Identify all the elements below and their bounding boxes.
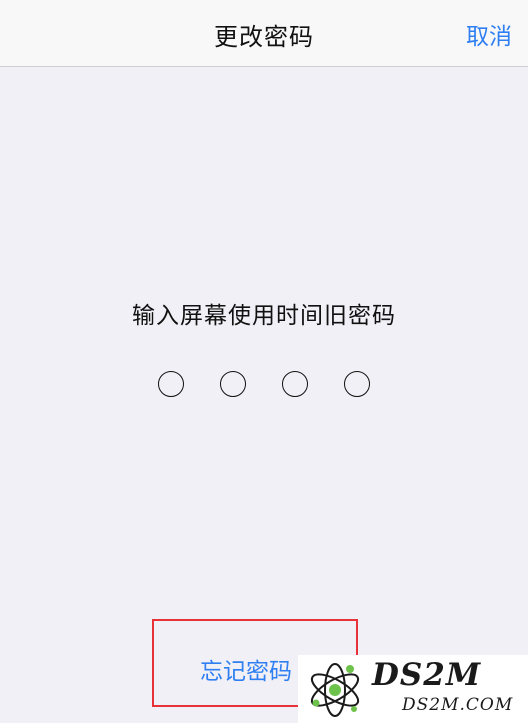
passcode-prompt: 输入屏幕使用时间旧密码 — [132, 303, 396, 329]
passcode-dot-2 — [220, 371, 246, 397]
passcode-dot-4 — [344, 371, 370, 397]
atom-logo-icon — [310, 663, 360, 717]
watermark-site: DS2M.COM — [402, 695, 514, 715]
cancel-button[interactable]: 取消 — [466, 17, 512, 51]
watermark-brand: DS2M — [372, 657, 482, 693]
navigation-bar: 更改密码 取消 — [0, 0, 528, 67]
watermark: DS2M DS2M.COM — [298, 655, 528, 723]
passcode-dot-1 — [158, 371, 184, 397]
passcode-dot-3 — [282, 371, 308, 397]
passcode-dots[interactable] — [0, 371, 528, 397]
page-title: 更改密码 — [214, 23, 314, 51]
